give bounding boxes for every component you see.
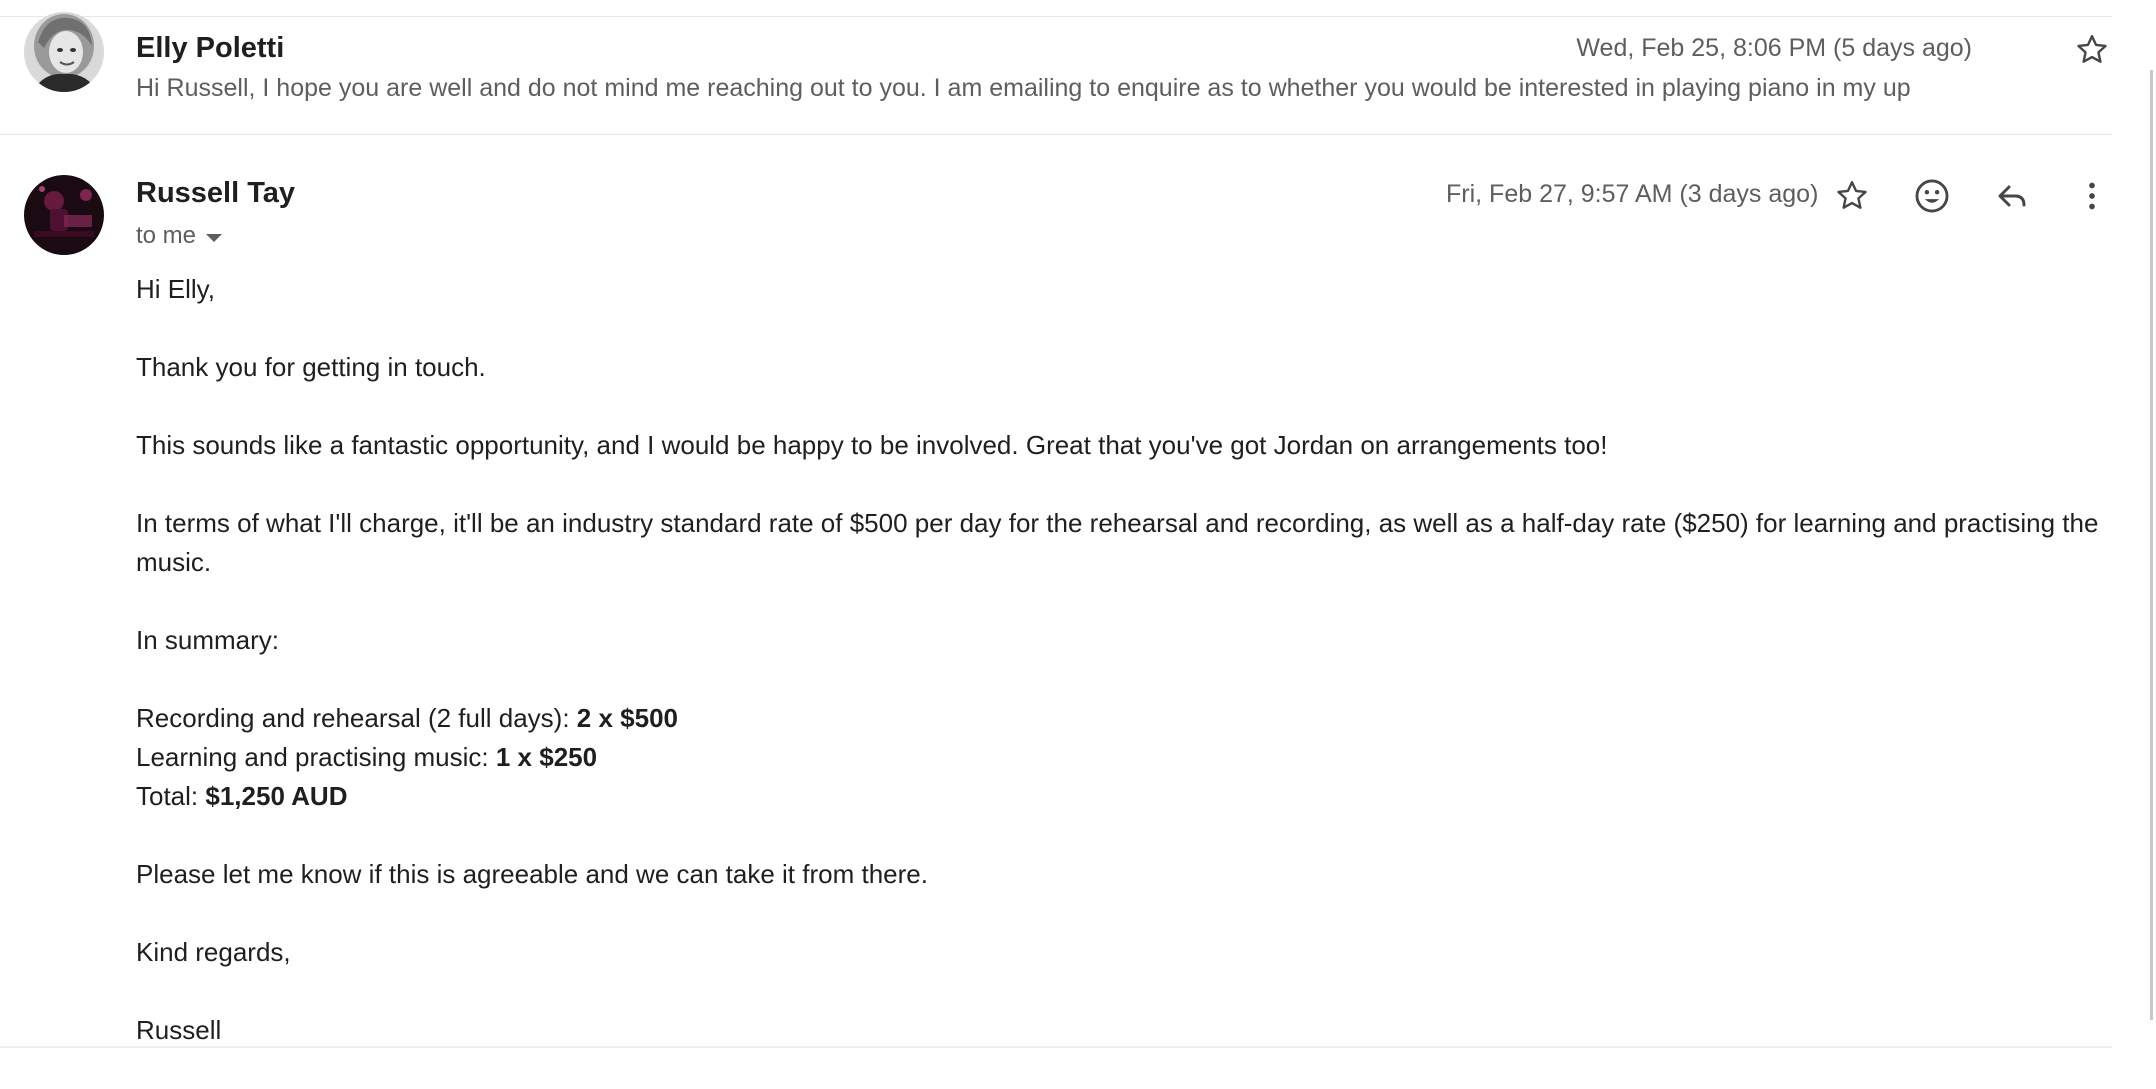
body-paragraph: Please let me know if this is agreeable … <box>136 859 928 889</box>
bottom-divider <box>0 1046 2112 1048</box>
collapsed-message[interactable]: Elly Poletti Wed, Feb 25, 8:06 PM (5 day… <box>0 12 2112 134</box>
more-vert-icon <box>2089 182 2095 210</box>
scrollbar[interactable] <box>2150 70 2153 1020</box>
body-paragraph: Thank you for getting in touch. <box>136 352 486 382</box>
recipient-label: to me <box>136 222 197 249</box>
cost-summary: Recording and rehearsal (2 full days): 2… <box>136 699 2106 816</box>
star-button[interactable] <box>1832 176 1872 216</box>
star-outline-icon[interactable] <box>2074 32 2110 68</box>
signature: Russell <box>136 1015 222 1045</box>
message-date: Wed, Feb 25, 8:06 PM (5 days ago) <box>1576 34 1972 62</box>
more-options-button[interactable] <box>2072 176 2112 216</box>
sender-name: Elly Poletti <box>136 32 285 64</box>
reply-button[interactable] <box>1992 176 2032 216</box>
caret-down-icon <box>206 233 223 242</box>
recipient-toggle[interactable]: to me <box>136 222 223 250</box>
cost-line: Learning and practising music: 1 x $250 <box>136 738 2106 777</box>
greeting: Hi Elly, <box>136 274 215 304</box>
message-snippet: Hi Russell, I hope you are well and do n… <box>136 74 1911 102</box>
sender-name: Russell Tay <box>136 177 296 209</box>
message-date: Fri, Feb 27, 9:57 AM (3 days ago) <box>1446 180 1819 208</box>
cost-value: 2 x $500 <box>576 703 678 733</box>
body-paragraph: This sounds like a fantastic opportunity… <box>136 430 1608 460</box>
total-line: Total: $1,250 AUD <box>136 777 2106 816</box>
avatar-russell-tay[interactable] <box>24 175 104 255</box>
avatar-elly-poletti[interactable] <box>24 12 104 92</box>
add-reaction-button[interactable] <box>1912 176 1952 216</box>
cost-label: Recording and rehearsal (2 full days): <box>136 703 577 733</box>
message-divider <box>0 134 2112 135</box>
emoji-icon <box>1915 179 1949 213</box>
reply-icon <box>1998 185 2026 207</box>
total-value: $1,250 AUD <box>205 781 348 811</box>
body-paragraph: In terms of what I'll charge, it'll be a… <box>136 508 2099 577</box>
cost-value: 1 x $250 <box>495 742 598 772</box>
signoff: Kind regards, <box>136 937 291 967</box>
summary-heading: In summary: <box>136 625 280 655</box>
message-body: Hi Elly, Thank you for getting in touch.… <box>136 270 2106 1089</box>
star-outline-icon <box>1837 181 1867 209</box>
cost-label: Learning and practising music: <box>136 742 496 772</box>
total-label: Total: <box>136 781 206 811</box>
cost-line: Recording and rehearsal (2 full days): 2… <box>136 699 2106 738</box>
